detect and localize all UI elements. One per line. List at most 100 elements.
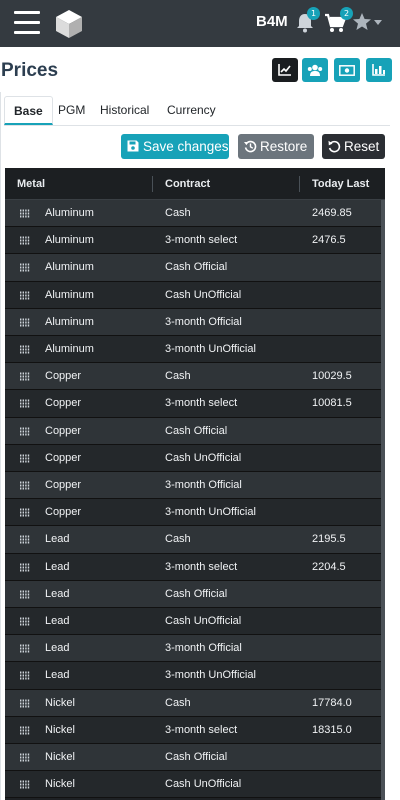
cell-contract: Cash UnOfficial	[165, 451, 242, 464]
drag-handle-icon[interactable]	[19, 318, 30, 327]
tab-currency[interactable]: Currency	[167, 96, 216, 125]
chart-icon	[278, 64, 291, 76]
cell-metal: Copper	[45, 397, 82, 410]
cell-contract: Cash	[165, 696, 191, 709]
column-header-metal[interactable]: Metal	[17, 168, 45, 200]
cell-metal: Lead	[45, 560, 70, 573]
table-row[interactable]: Nickel Cash Official	[5, 744, 381, 772]
drag-handle-icon[interactable]	[19, 753, 30, 762]
cell-metal: Lead	[45, 587, 70, 600]
drag-handle-icon[interactable]	[19, 454, 30, 463]
hamburger-icon[interactable]	[14, 11, 40, 35]
save-changes-label: Save changes	[143, 139, 229, 154]
reset-label: Reset	[344, 139, 380, 154]
chart-button[interactable]	[272, 58, 298, 82]
drag-handle-icon[interactable]	[19, 535, 30, 544]
table-header: Metal Contract Today Last	[5, 168, 385, 200]
table-row[interactable]: Copper 3-month Official	[5, 472, 381, 500]
table-row[interactable]: Nickel Cash 17784.0	[5, 689, 381, 717]
cell-last[interactable]: 2195.5	[312, 526, 346, 553]
money-icon	[339, 64, 355, 76]
cell-metal: Aluminum	[45, 234, 94, 247]
drag-handle-icon[interactable]	[19, 699, 30, 708]
drag-handle-icon[interactable]	[19, 427, 30, 436]
table-row[interactable]: Copper Cash UnOfficial	[5, 444, 381, 472]
cell-metal: Aluminum	[45, 343, 94, 355]
drag-handle-icon[interactable]	[19, 372, 30, 381]
users-icon	[307, 64, 323, 76]
table-row[interactable]: Copper 3-month select 10081.5	[5, 390, 381, 418]
cell-last[interactable]: 2476.5	[312, 227, 346, 254]
cell-contract: 3-month Official	[165, 479, 242, 491]
drag-handle-icon[interactable]	[19, 780, 30, 789]
table-row[interactable]: Aluminum 3-month select 2476.5	[5, 227, 381, 255]
drag-handle-icon[interactable]	[19, 563, 30, 572]
table-row[interactable]: Lead 3-month UnOfficial	[5, 662, 381, 690]
table-row[interactable]: Lead 3-month Official	[5, 635, 381, 663]
tab-base[interactable]: Base	[4, 96, 53, 125]
table-row[interactable]: Nickel Cash UnOfficial	[5, 771, 381, 799]
drag-handle-icon[interactable]	[19, 263, 30, 272]
table-row[interactable]: Copper 3-month UnOfficial	[5, 499, 381, 527]
tab-pgm[interactable]: PGM	[58, 96, 85, 125]
cell-contract: 3-month UnOfficial	[165, 669, 256, 682]
cell-metal: Aluminum	[45, 261, 94, 274]
cell-contract: Cash	[165, 207, 191, 219]
cube-logo-icon[interactable]	[54, 8, 84, 40]
drag-handle-icon[interactable]	[19, 481, 30, 490]
column-header-contract[interactable]: Contract	[165, 168, 210, 200]
column-header-today-last[interactable]: Today Last	[312, 168, 369, 200]
table-scrollbar[interactable]	[381, 200, 385, 800]
drag-handle-icon[interactable]	[19, 236, 30, 245]
drag-handle-icon[interactable]	[19, 209, 30, 218]
drag-handle-icon[interactable]	[19, 671, 30, 680]
cell-last[interactable]: 17784.0	[312, 690, 352, 717]
cell-contract: 3-month UnOfficial	[165, 343, 256, 355]
table-row[interactable]: Aluminum Cash UnOfficial	[5, 281, 381, 309]
table-row[interactable]: Lead Cash 2195.5	[5, 526, 381, 554]
column-resizer[interactable]	[152, 176, 153, 192]
cell-contract: Cash UnOfficial	[165, 288, 242, 301]
table-row[interactable]: Copper Cash Official	[5, 417, 381, 445]
cell-last[interactable]: 2204.5	[312, 554, 346, 581]
cell-metal: Nickel	[45, 751, 75, 763]
cell-last[interactable]: 10081.5	[312, 390, 352, 417]
drag-handle-icon[interactable]	[19, 508, 30, 517]
cell-contract: Cash Official	[165, 587, 228, 600]
drag-handle-icon[interactable]	[19, 590, 30, 599]
table-row[interactable]: Aluminum 3-month Official	[5, 308, 381, 336]
drag-handle-icon[interactable]	[19, 644, 30, 653]
cell-metal: Copper	[45, 479, 82, 491]
column-resizer[interactable]	[299, 176, 300, 192]
table-row[interactable]: Copper Cash 10029.5	[5, 363, 381, 391]
table-row[interactable]: Lead 3-month select 2204.5	[5, 553, 381, 581]
cell-metal: Lead	[45, 533, 70, 546]
cell-last[interactable]: 18315.0	[312, 717, 352, 744]
drag-handle-icon[interactable]	[19, 617, 30, 626]
caret-down-icon[interactable]	[374, 20, 382, 25]
drag-handle-icon[interactable]	[19, 726, 30, 735]
restore-button[interactable]: Restore	[238, 134, 314, 159]
drag-handle-icon[interactable]	[19, 399, 30, 408]
table-row[interactable]: Aluminum 3-month UnOfficial	[5, 336, 381, 364]
save-changes-button[interactable]: Save changes	[121, 134, 229, 159]
reset-button[interactable]: Reset	[322, 134, 385, 159]
drag-handle-icon[interactable]	[19, 291, 30, 300]
money-button[interactable]	[334, 58, 360, 82]
cell-last[interactable]: 10029.5	[312, 363, 352, 390]
table-row[interactable]: Nickel 3-month select 18315.0	[5, 716, 381, 744]
tab-historical[interactable]: Historical	[100, 96, 149, 125]
bar-chart-button[interactable]	[366, 58, 392, 82]
account-brand[interactable]: B4M	[256, 13, 288, 30]
cell-last[interactable]: 2469.85	[312, 200, 352, 227]
cell-metal: Aluminum	[45, 288, 94, 301]
table-row[interactable]: Lead Cash UnOfficial	[5, 608, 381, 636]
users-button[interactable]	[302, 58, 328, 82]
star-icon[interactable]	[352, 12, 372, 32]
drag-handle-icon[interactable]	[19, 345, 30, 354]
cell-metal: Nickel	[45, 723, 75, 736]
table-row[interactable]: Lead Cash Official	[5, 580, 381, 608]
table-row[interactable]: Aluminum Cash 2469.85	[5, 200, 381, 228]
table-row[interactable]: Aluminum Cash Official	[5, 254, 381, 282]
cell-contract: 3-month select	[165, 560, 238, 573]
